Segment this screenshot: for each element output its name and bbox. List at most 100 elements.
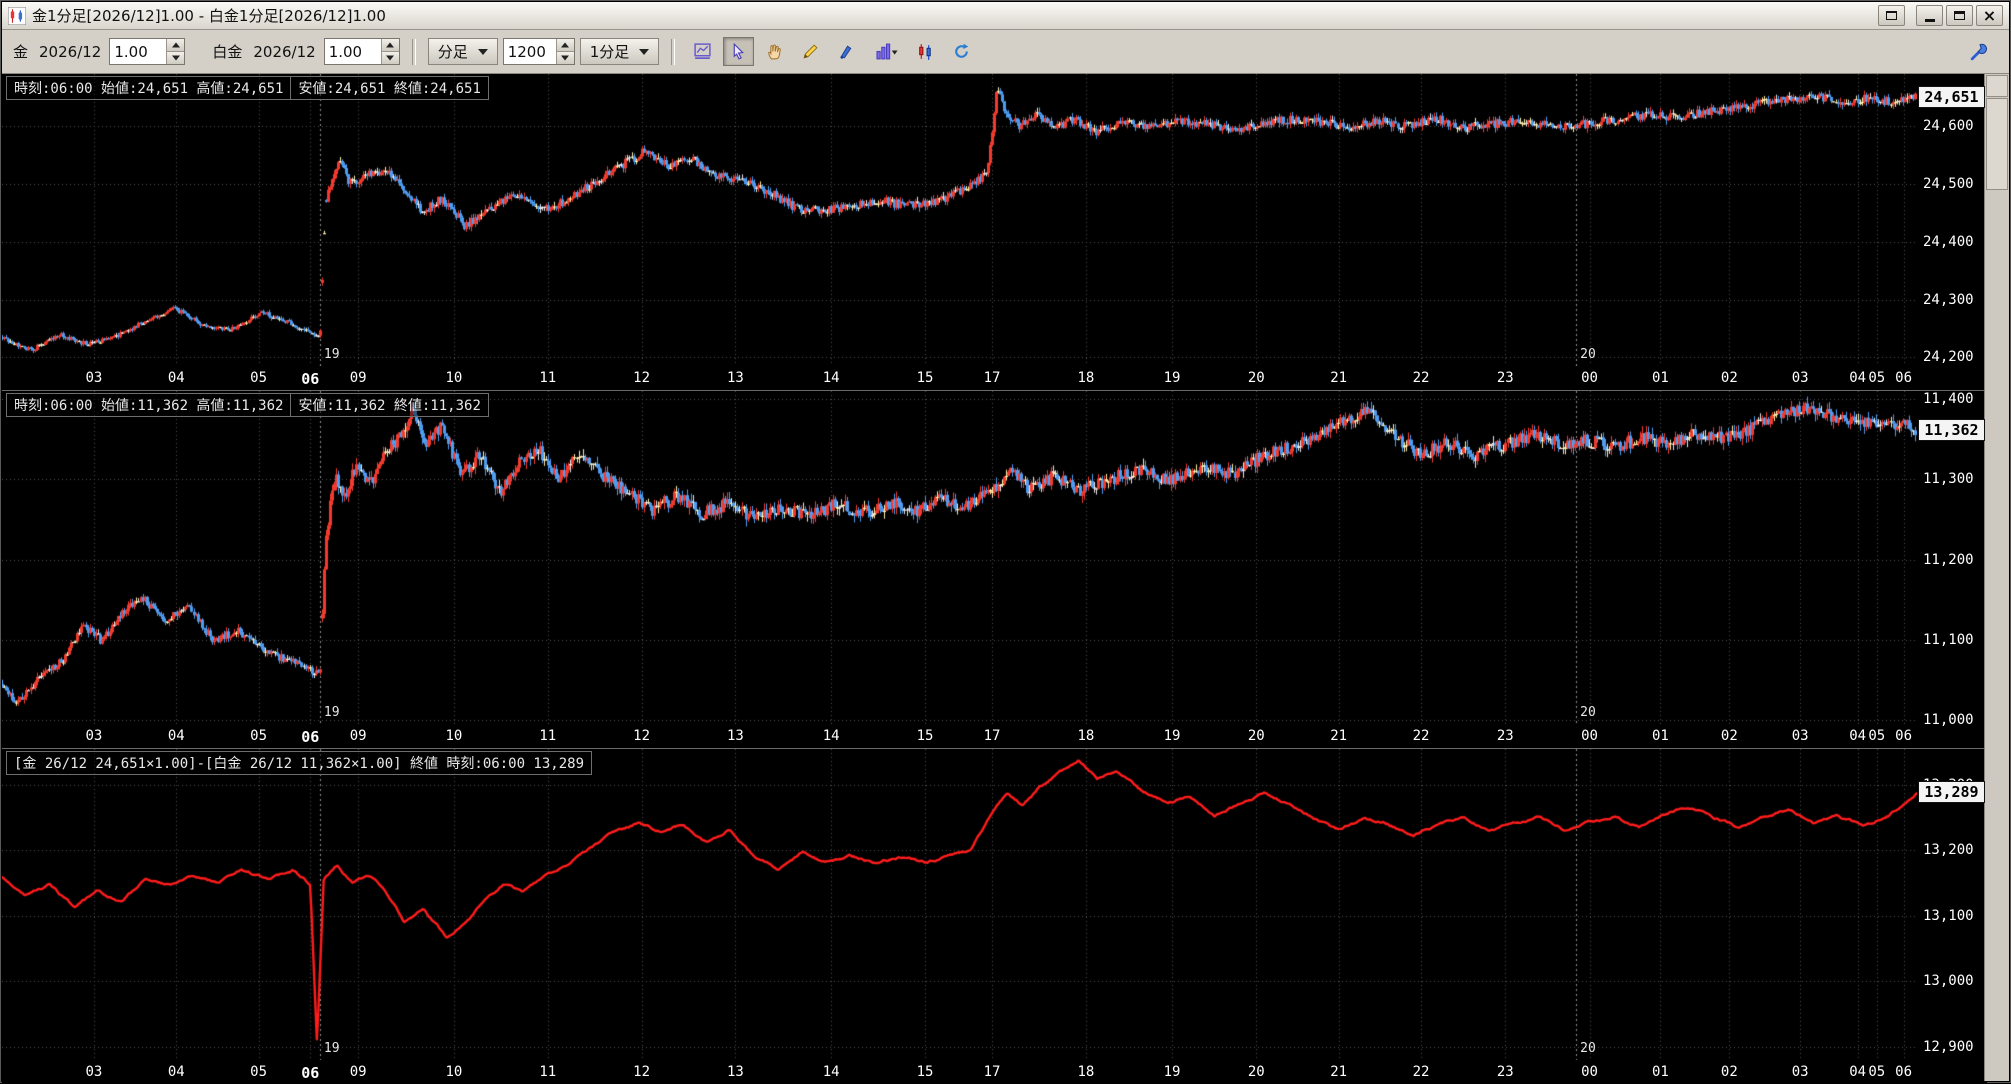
ohlc-info-segment: 安値:11,362 終値:11,362 (290, 393, 489, 417)
x-axis-hour-label: 02 (1720, 728, 1738, 744)
ohlc-info-segment: 安値:24,651 終値:24,651 (290, 76, 489, 100)
x-axis-hour-label: 02 (1720, 370, 1738, 386)
close-icon: × (1982, 5, 1997, 25)
bar-count-arrows (555, 39, 574, 64)
line-draw-button[interactable] (831, 37, 863, 66)
x-axis-hour-label: 17 (983, 370, 1001, 386)
date-marker-label: 19 (323, 347, 340, 362)
gold-multiplier-stepper[interactable] (109, 38, 186, 65)
timeframe-dropdown[interactable]: 1分足 (579, 38, 660, 65)
current-price-box: 11,362 (1918, 418, 1985, 441)
platinum-ohlc-info-bar: 時刻:06:00 始値:11,362 高値:11,362 安値:11,362 終値… (6, 393, 489, 417)
bar-count-stepper[interactable] (502, 38, 575, 65)
float-window-button[interactable] (1878, 5, 1905, 26)
x-axis-hour-label: 06 (301, 1064, 320, 1082)
scrollbar-button[interactable] (1986, 75, 2008, 97)
x-axis-hour-label: 00 (1581, 728, 1598, 744)
window-buttons: × (1878, 5, 2005, 26)
title-bar[interactable]: 金1分足[2026/12]1.00 - 白金1分足[2026/12]1.00 × (2, 2, 2009, 30)
pencil-draw-button[interactable] (795, 37, 827, 66)
pan-hand-button[interactable] (759, 37, 791, 66)
refresh-button[interactable] (946, 37, 978, 66)
spread-plot-area: [金 26/12 24,651×1.00]-[白金 26/12 11,362×1… (2, 749, 1917, 1060)
x-axis-hour-label: 20 (1247, 1064, 1265, 1080)
platinum-multiplier-stepper[interactable] (323, 38, 400, 65)
gold-label: 金 (13, 43, 29, 61)
x-axis-hour-label: 22 (1412, 1064, 1430, 1080)
current-price-box: 13,289 (1918, 781, 1985, 804)
x-axis-hour-label: 09 (349, 728, 367, 744)
spin-up-icon[interactable] (381, 39, 399, 52)
window-title: 金1分足[2026/12]1.00 - 白金1分足[2026/12]1.00 (32, 7, 386, 25)
vertical-scrollbar[interactable] (1984, 74, 2009, 1081)
chart-window: 金1分足[2026/12]1.00 - 白金1分足[2026/12]1.00 ×… (0, 0, 2011, 1084)
gold-plot-area: 時刻:06:00 始値:24,651 高値:24,651 安値:24,651 終値… (2, 74, 1917, 366)
toolbar: 金 2026/12 白金 2026/12 分足 (2, 30, 2009, 74)
chart-settings-button[interactable] (687, 37, 719, 66)
gold-multiplier-input[interactable] (110, 39, 167, 64)
chart-panel-gold: 時刻:06:00 始値:24,651 高値:24,651 安値:24,651 終値… (2, 74, 1987, 390)
x-axis-hour-label: 03 (85, 728, 103, 744)
chart-settings-icon (694, 43, 711, 59)
platinum-candles-canvas[interactable] (2, 391, 1917, 724)
gold-ohlc-info-bar: 時刻:06:00 始値:24,651 高値:24,651 安値:24,651 終値… (6, 76, 489, 100)
y-axis-tick-label: 11,300 (1923, 471, 1974, 488)
gold-contract-label: 2026/12 (39, 42, 102, 61)
x-axis-hour-label: 15 (916, 370, 934, 386)
refresh-icon (955, 43, 969, 58)
x-axis-hour-label: 12 (633, 1064, 651, 1080)
spin-up-icon[interactable] (167, 39, 185, 52)
timeframe-value: 1分足 (589, 43, 630, 61)
bar-type-dropdown[interactable]: 分足 (427, 38, 498, 65)
platinum-multiplier-input[interactable] (324, 39, 381, 64)
x-axis-hour-label: 06 (1895, 370, 1913, 386)
platinum-contract-label: 2026/12 (253, 42, 316, 61)
x-axis-hour-label: 03 (85, 1064, 103, 1080)
x-axis-hour-label: 21 (1330, 370, 1348, 386)
spread-info-bar: [金 26/12 24,651×1.00]-[白金 26/12 11,362×1… (6, 751, 593, 775)
chart-panel-platinum: 時刻:06:00 始値:11,362 高値:11,362 安値:11,362 終値… (2, 390, 1987, 748)
bar-count-input[interactable] (503, 39, 556, 64)
x-axis-hour-label: 18 (1077, 728, 1095, 744)
x-axis-hour-label: 04 (167, 728, 185, 744)
scrollbar-thumb[interactable] (1986, 98, 2008, 190)
bar-chart-menu-button[interactable] (867, 37, 906, 66)
x-axis-hour-label: 15 (916, 728, 934, 744)
chart-stack: 時刻:06:00 始値:24,651 高値:24,651 安値:24,651 終値… (2, 74, 1987, 1084)
chart-wrench-button[interactable] (1964, 37, 1995, 66)
app-icon (8, 6, 26, 25)
spin-down-icon[interactable] (556, 52, 574, 64)
x-axis-hour-label: 14 (822, 728, 840, 744)
cursor-select-button[interactable] (723, 37, 755, 66)
x-axis-hour-label: 00 (1581, 1064, 1598, 1080)
x-axis-hour-label: 22 (1412, 370, 1430, 386)
candlestick-icon (919, 44, 932, 60)
spin-down-icon[interactable] (167, 52, 185, 64)
x-axis-hour-label: 04 (167, 370, 185, 386)
chart-panel-spread: [金 26/12 24,651×1.00]-[白金 26/12 11,362×1… (2, 748, 1987, 1084)
x-axis-hour-label: 00 (1581, 370, 1598, 386)
spin-down-icon[interactable] (381, 52, 399, 64)
spread-line-canvas[interactable] (2, 749, 1917, 1060)
x-axis-hour-label: 06 (301, 728, 320, 746)
candlestick-style-button[interactable] (910, 37, 942, 66)
x-axis-hour-label: 01 (1651, 370, 1669, 386)
x-axis-hour-label: 09 (349, 1064, 367, 1080)
x-axis-hour-label: 13 (727, 370, 744, 386)
x-axis-hour-label: 10 (445, 370, 463, 386)
ohlc-info-segment: 時刻:06:00 始値:24,651 高値:24,651 (6, 76, 292, 100)
y-axis-tick-label: 13,200 (1923, 842, 1974, 859)
gold-candles-canvas[interactable] (2, 74, 1917, 366)
maximize-button[interactable] (1946, 5, 1973, 26)
spin-up-icon[interactable] (556, 39, 574, 52)
platinum-label: 白金 (212, 43, 243, 61)
x-axis-hour-label: 03 (1791, 728, 1809, 744)
close-button[interactable]: × (1976, 5, 2003, 26)
x-axis-hour-label: 09 (349, 370, 367, 386)
x-axis-hour-label: 13 (727, 1064, 744, 1080)
float-window-icon (1886, 11, 1897, 20)
platinum-x-axis: 03 04 05 06 09 10 11 12 13 14 15 17 18 19 20 21 22 23 00 01… (2, 724, 1917, 748)
minimize-button[interactable] (1916, 5, 1943, 26)
x-axis-hour-label: 10 (445, 1064, 463, 1080)
x-axis-hour-label: 05 (1868, 370, 1886, 386)
